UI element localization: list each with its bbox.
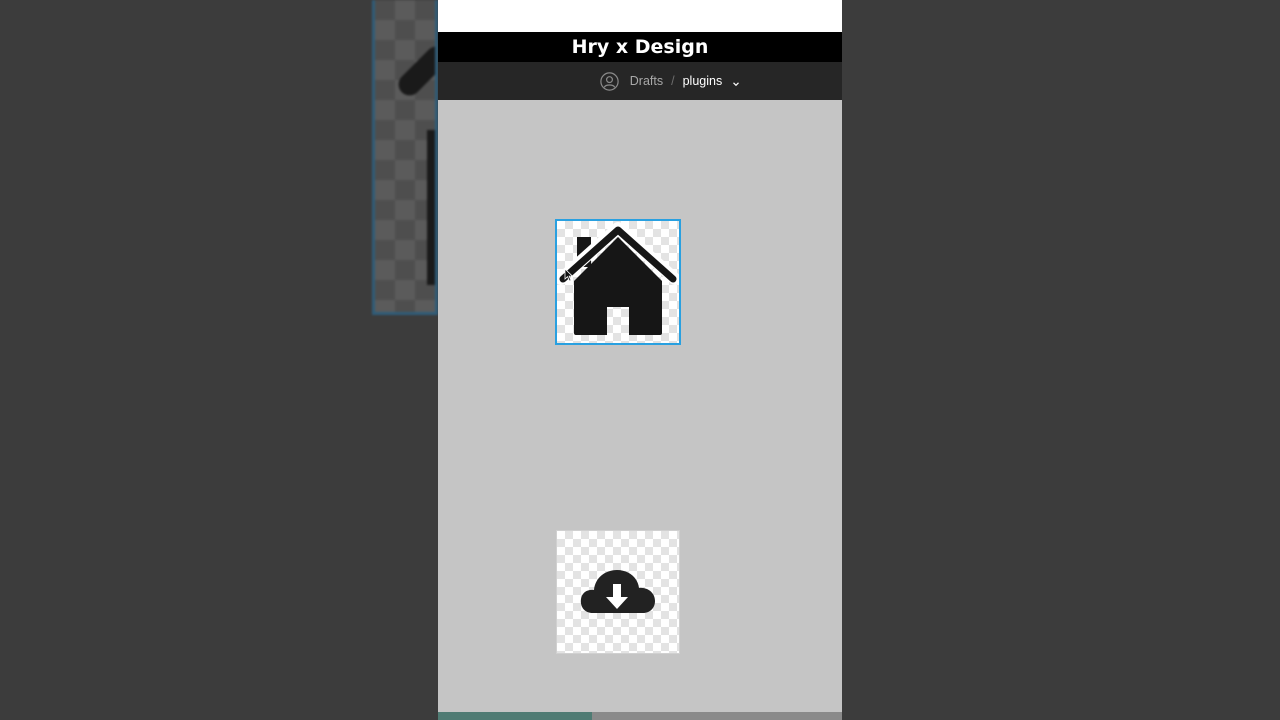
cloud-download-icon bbox=[580, 570, 655, 613]
background-bar bbox=[427, 130, 435, 285]
video-progress-fill bbox=[438, 712, 592, 720]
video-progress-bar[interactable] bbox=[438, 712, 842, 720]
background-pen-stroke bbox=[394, 42, 435, 100]
breadcrumb-separator: / bbox=[671, 74, 675, 88]
house-icon bbox=[557, 222, 679, 335]
chevron-down-icon[interactable] bbox=[732, 77, 740, 87]
breadcrumb-current-file[interactable]: plugins bbox=[683, 74, 723, 88]
channel-title: Hry x Design bbox=[438, 32, 842, 62]
cloud-download-icon-frame[interactable] bbox=[556, 530, 680, 654]
background-blurred-frame bbox=[372, 0, 438, 315]
video-frame: Hry x Design Drafts / plugins bbox=[438, 0, 842, 720]
breadcrumb-drafts[interactable]: Drafts bbox=[630, 74, 663, 88]
mouse-cursor-icon bbox=[564, 268, 574, 287]
user-avatar-icon[interactable] bbox=[600, 71, 619, 91]
top-strip bbox=[438, 0, 842, 32]
file-breadcrumb-bar: Drafts / plugins bbox=[438, 62, 842, 100]
design-canvas[interactable] bbox=[438, 100, 842, 712]
